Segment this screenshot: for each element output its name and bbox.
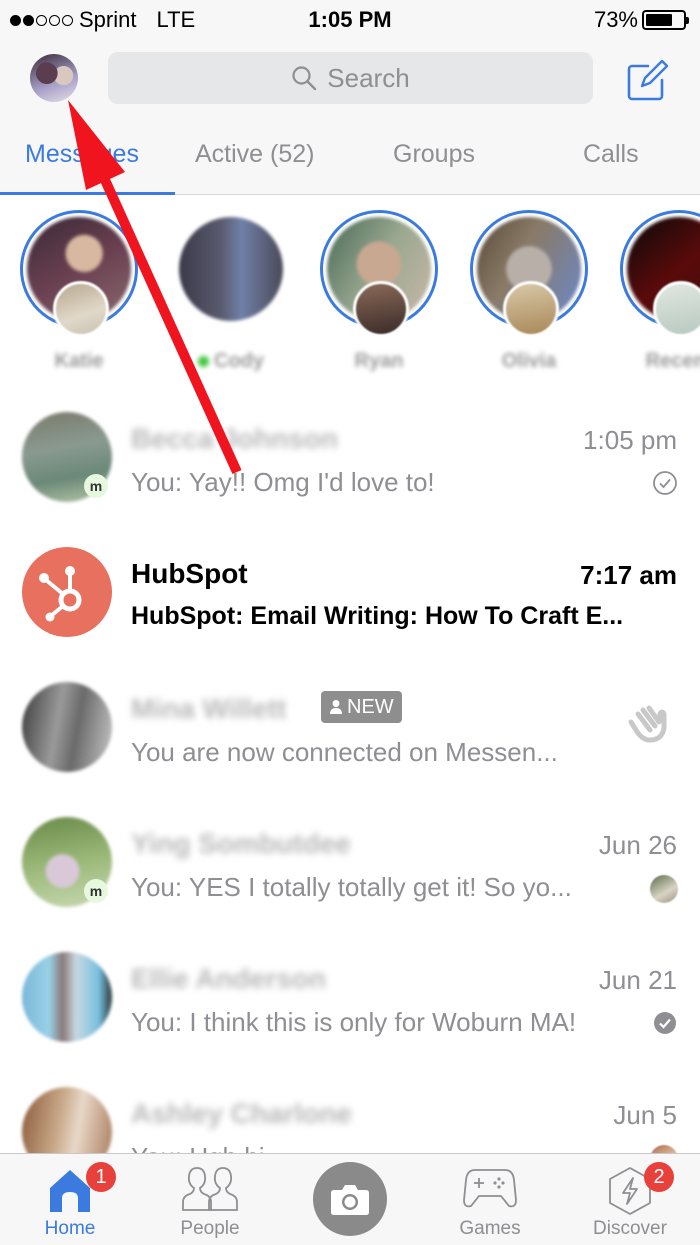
contact-name: Becca Johnson <box>131 423 338 454</box>
search-bar[interactable]: Search <box>108 52 593 104</box>
notification-badge: 2 <box>644 1162 674 1192</box>
story-ring <box>620 210 700 337</box>
message-preview: You: Ugh hi <box>131 1142 264 1153</box>
delivered-check-icon <box>654 1012 676 1034</box>
message-preview: You: Yay!! Omg I'd love to! <box>131 467 435 497</box>
search-icon <box>292 66 317 91</box>
conversation-row[interactable]: HubSpot 7:17 am HubSpot: Email Writing: … <box>0 525 700 660</box>
new-badge-label: NEW <box>347 695 394 718</box>
nav-people[interactable]: People <box>158 1154 262 1245</box>
hubspot-avatar <box>22 547 112 637</box>
contact-name: Ashley Charlone <box>131 1098 352 1129</box>
message-preview: You: I think this is only for Woburn MA! <box>131 1007 577 1037</box>
conversation-row[interactable]: Ellie Anderson Jun 21 You: I think this … <box>0 930 700 1065</box>
tab-calls[interactable]: Calls <box>583 140 639 169</box>
tab-bar: Messages Active (52) Groups Calls <box>0 120 700 195</box>
message-time: Jun 5 <box>613 1100 677 1130</box>
messenger-badge: m <box>84 879 108 903</box>
nav-games[interactable]: Games <box>438 1154 542 1245</box>
hubspot-logo-icon <box>39 566 82 622</box>
story-ring <box>320 210 438 337</box>
messenger-badge: m <box>84 474 108 498</box>
nav-discover[interactable]: 2 Discover <box>578 1154 682 1245</box>
new-contact-badge: NEW <box>321 691 402 723</box>
nav-label: Home <box>44 1218 96 1239</box>
story-name: Katie <box>54 350 104 372</box>
conversation-row[interactable]: m Becca Johnson 1:05 pm You: Yay!! Omg I… <box>0 390 700 525</box>
story-avatar <box>653 281 700 337</box>
story-avatar <box>503 281 559 337</box>
nav-label: Discover <box>593 1218 667 1239</box>
conversation-list: m Becca Johnson 1:05 pm You: Yay!! Omg I… <box>0 390 700 1153</box>
contact-name: Ying Sombutdee <box>131 828 351 859</box>
online-indicator <box>198 356 209 367</box>
message-preview: HubSpot: Email Writing: How To Craft E..… <box>131 602 624 630</box>
compose-icon[interactable] <box>626 58 670 102</box>
story-ring <box>470 210 588 337</box>
nav-home[interactable]: 1 Home <box>18 1154 122 1245</box>
story-name: Recent <box>645 350 700 372</box>
profile-avatar[interactable] <box>30 54 78 102</box>
story-thumbnail <box>179 217 283 321</box>
app-header: Search <box>0 40 700 120</box>
conversation-row[interactable]: Ashley Charlone Jun 5 You: Ugh hi <box>0 1065 700 1153</box>
battery-fill <box>646 14 673 26</box>
story-item[interactable]: Olivia <box>470 210 588 373</box>
message-time: Jun 26 <box>598 830 677 860</box>
nav-label: People <box>180 1218 240 1239</box>
contact-avatar <box>22 1087 112 1153</box>
contact-name: Ellie Anderson <box>131 963 327 994</box>
message-time: Jun 21 <box>598 965 677 995</box>
story-item[interactable]: Ryan <box>320 210 438 373</box>
story-name: Ryan <box>354 350 404 372</box>
sent-check-icon <box>653 471 677 495</box>
story-name: Cody <box>172 350 290 373</box>
status-right: 73% <box>593 7 689 33</box>
story-avatar <box>353 281 409 337</box>
stories-row: Katie Cody Ryan Olivia Recent <box>0 195 700 390</box>
status-bar: Sprint LTE 1:05 PM 73% <box>0 0 700 40</box>
message-preview: You are now connected on Messen... <box>131 737 558 767</box>
story-item[interactable]: Katie <box>20 210 138 373</box>
story-avatar <box>53 281 109 337</box>
person-icon <box>330 700 342 714</box>
contact-avatar <box>22 952 112 1042</box>
people-icon <box>182 1167 238 1211</box>
battery-percent: 73% <box>593 7 638 32</box>
battery-icon <box>642 10 689 30</box>
contact-name: HubSpot <box>131 558 248 589</box>
story-item[interactable]: Recent <box>620 210 700 373</box>
message-time: 1:05 pm <box>583 425 677 455</box>
seen-by-avatar <box>650 875 678 903</box>
conversation-row[interactable]: Mina Willett NEW You are now connected o… <box>0 660 700 795</box>
message-time: 7:17 am <box>580 560 677 590</box>
tab-messages[interactable]: Messages <box>25 140 139 169</box>
search-placeholder: Search <box>327 62 410 93</box>
camera-button[interactable] <box>313 1162 387 1236</box>
message-preview: You: YES I totally totally get it! So yo… <box>131 872 572 902</box>
bottom-nav: 1 Home People Games 2 Discover <box>0 1153 700 1245</box>
story-ring <box>20 210 138 337</box>
tab-active[interactable]: Active (52) <box>195 140 314 169</box>
camera-icon <box>331 1185 369 1215</box>
contact-avatar <box>22 682 112 772</box>
gamepad-icon <box>463 1169 517 1208</box>
conversation-row[interactable]: m Ying Sombutdee Jun 26 You: YES I total… <box>0 795 700 930</box>
notification-badge: 1 <box>86 1162 116 1192</box>
wave-hand-icon[interactable] <box>626 700 670 744</box>
tab-groups[interactable]: Groups <box>393 140 475 169</box>
story-ring <box>172 210 290 328</box>
contact-name: Mina Willett <box>131 693 287 724</box>
story-name: Olivia <box>501 350 557 372</box>
story-item[interactable]: Cody <box>172 210 290 373</box>
nav-label: Games <box>459 1218 521 1239</box>
seen-by-avatar <box>650 1145 678 1153</box>
